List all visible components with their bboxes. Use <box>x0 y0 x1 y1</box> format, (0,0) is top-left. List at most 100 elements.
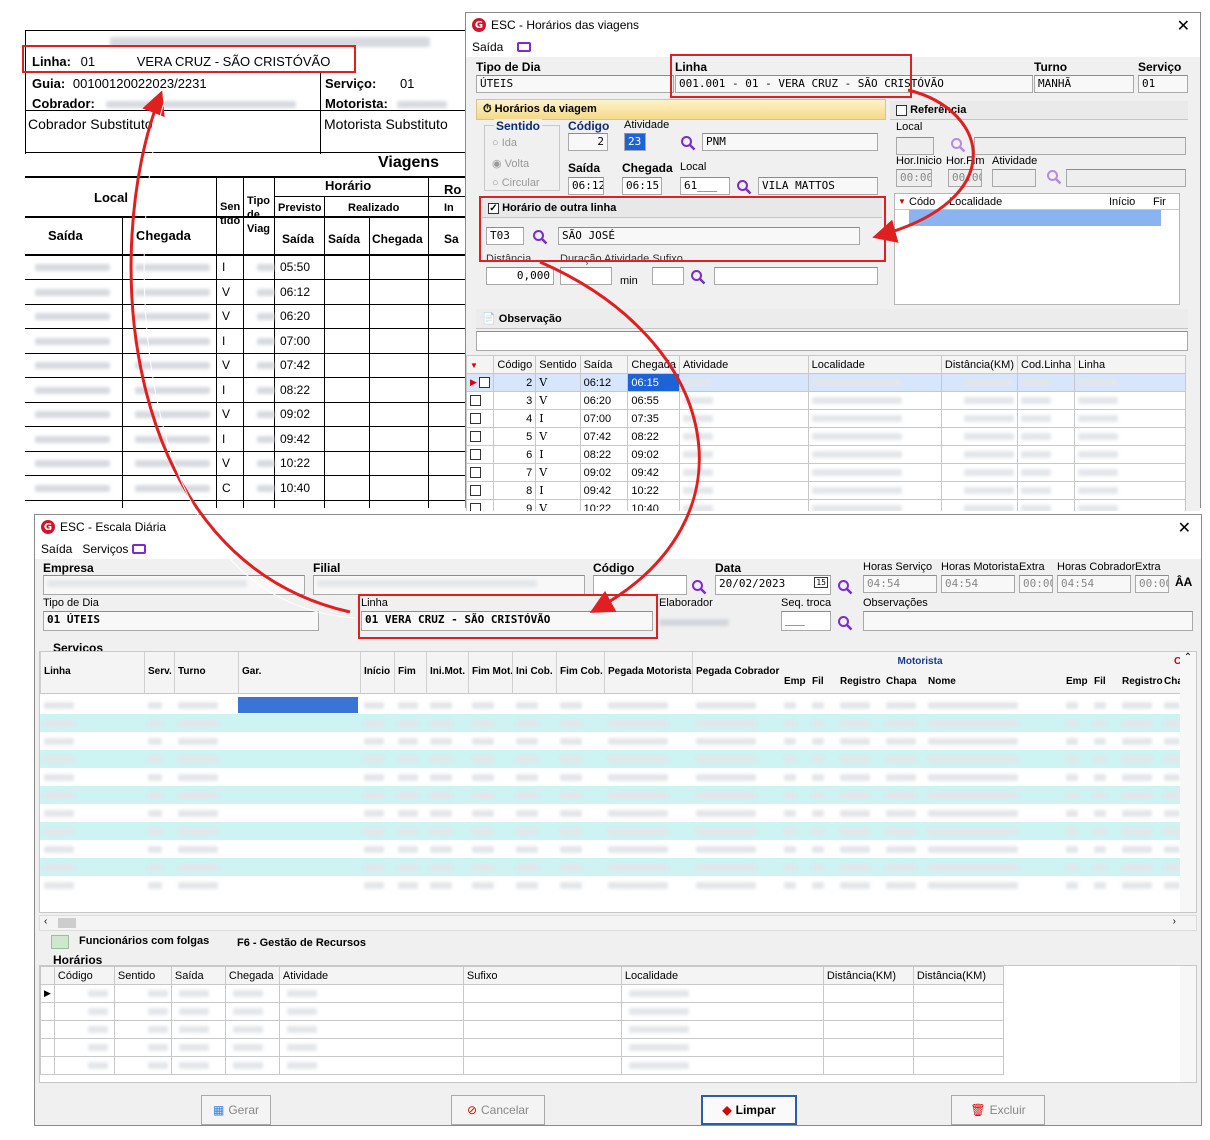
horizontal-scrollbar[interactable]: ‹ › <box>39 915 1197 931</box>
close-icon[interactable]: ✕ <box>1178 518 1191 537</box>
servicos-col-header[interactable]: Ini Cob. <box>516 666 553 677</box>
table-row[interactable]: 6 I 08:22 09:02 <box>466 445 1186 464</box>
ref-selected-row[interactable] <box>909 210 1161 226</box>
servicos-col-header[interactable]: Pegada Cobrador <box>696 666 779 677</box>
table-row[interactable] <box>40 786 1180 804</box>
table-row[interactable] <box>40 768 1180 786</box>
horarios-col-header[interactable]: Distância(KM) <box>822 966 914 985</box>
extra-field[interactable]: 00:00 <box>1019 575 1053 593</box>
gerar-button[interactable]: ▦ Gerar <box>201 1095 271 1125</box>
servicos-col-header[interactable]: Serv. <box>148 666 172 677</box>
table-row[interactable] <box>40 732 1180 750</box>
table-row[interactable]: ▶ <box>40 984 1004 1003</box>
vertical-scrollbar[interactable] <box>1180 966 1196 1082</box>
cobrador-subheader[interactable]: Registro <box>1122 676 1163 687</box>
search-icon[interactable] <box>680 135 696 151</box>
motorista-subheader[interactable]: Nome <box>928 676 956 687</box>
table-row[interactable] <box>40 696 1180 714</box>
row-checkbox[interactable] <box>470 413 481 425</box>
filial-select[interactable] <box>313 575 585 595</box>
distancia-field[interactable]: 0,000 <box>486 267 554 285</box>
cobrador-subheader[interactable]: Fil <box>1094 676 1106 687</box>
table-row[interactable] <box>40 714 1180 732</box>
servicos-col-header[interactable]: Pegada Motorista <box>608 666 691 677</box>
horarios-col-header[interactable]: Chegada <box>224 966 280 985</box>
grid-col-header[interactable]: Cod.Linha <box>1016 355 1076 374</box>
ref-local-name[interactable] <box>974 137 1186 155</box>
table-row[interactable]: ▶ 2 V 06:12 06:15 <box>466 373 1186 392</box>
row-checkbox[interactable] <box>470 467 481 479</box>
table-row[interactable] <box>40 1020 1004 1039</box>
row-checkbox[interactable] <box>470 431 481 443</box>
extra2-field[interactable]: 00:00 <box>1135 575 1169 593</box>
turno-field[interactable]: MANHÃ <box>1034 75 1134 93</box>
servicos-col-header[interactable]: Linha <box>44 666 71 677</box>
codigo-field[interactable] <box>593 575 687 595</box>
close-icon[interactable]: ✕ <box>1177 16 1190 35</box>
motorista-subheader[interactable]: Fil <box>812 676 824 687</box>
codigo-field[interactable]: 2 <box>568 133 608 151</box>
tipo-dia-field[interactable]: 01 ÚTEIS <box>43 611 319 631</box>
grid-col-header[interactable]: Localidade <box>807 355 942 374</box>
servicos-col-header[interactable]: Ini.Mot. <box>430 666 465 677</box>
scroll-thumb[interactable] <box>58 918 76 928</box>
search-icon[interactable] <box>690 269 706 285</box>
horarios-col-header[interactable]: Localidade <box>620 966 824 985</box>
gar-cell-selected[interactable] <box>238 715 358 731</box>
table-row[interactable] <box>40 840 1180 858</box>
grid-col-header[interactable]: Distância(KM) <box>940 355 1019 374</box>
horarios-col-header[interactable]: Atividade <box>278 966 464 985</box>
observacoes-field[interactable] <box>863 611 1193 631</box>
horarios-col-header[interactable]: Distância(KM) <box>912 966 1004 985</box>
horarios-col-header[interactable]: Saída <box>170 966 226 985</box>
sufixo-field[interactable] <box>652 267 684 285</box>
menu-servicos[interactable]: Serviços <box>82 542 128 556</box>
grid-col-header[interactable]: Chegada <box>627 355 681 374</box>
servicos-col-header[interactable]: Fim Mot. <box>472 666 513 677</box>
vertical-scrollbar[interactable] <box>1186 355 1200 511</box>
font-size-icon[interactable]: ÂA <box>1175 575 1192 589</box>
table-row[interactable] <box>40 1056 1004 1075</box>
atividade-name-field[interactable]: PNM <box>702 133 878 151</box>
search-icon[interactable] <box>837 579 853 595</box>
servicos-col-header[interactable]: Gar. <box>242 666 261 677</box>
grid-col-header[interactable]: Saída <box>579 355 629 374</box>
grid-col-header[interactable]: Sentido <box>535 355 581 374</box>
row-checkbox[interactable] <box>470 503 481 511</box>
limpar-button[interactable]: ◆ Limpar <box>701 1095 797 1125</box>
servico-field[interactable]: 01 <box>1138 75 1188 93</box>
grid-col-header[interactable]: Atividade <box>679 355 809 374</box>
search-icon[interactable] <box>1046 169 1062 185</box>
referencia-checkbox[interactable] <box>896 104 907 116</box>
search-icon[interactable] <box>691 579 707 595</box>
empresa-select[interactable] <box>43 575 305 595</box>
row-checkbox[interactable] <box>470 449 481 461</box>
ref-atividade-name[interactable] <box>1066 169 1186 187</box>
horas-servico-field[interactable]: 04:54 <box>863 575 937 593</box>
table-row[interactable] <box>40 876 1180 894</box>
table-row[interactable] <box>40 1038 1004 1057</box>
duracao-field[interactable] <box>560 267 612 285</box>
servicos-col-header[interactable]: Fim <box>398 666 416 677</box>
local-code-field[interactable]: 61___ <box>680 177 730 195</box>
row-checkbox[interactable] <box>479 377 491 389</box>
row-checkbox[interactable] <box>470 485 481 497</box>
menu-saida[interactable]: Saída <box>41 542 72 556</box>
hor-fim-field[interactable]: 00:00 <box>948 169 982 187</box>
horarios-col-header[interactable]: Sufixo <box>462 966 622 985</box>
ref-local-code[interactable] <box>896 137 934 155</box>
calendar-icon[interactable]: 15 <box>814 577 828 588</box>
motorista-subheader[interactable]: Emp <box>784 676 806 687</box>
table-row[interactable]: 3 V 06:20 06:55 <box>466 391 1186 410</box>
table-row[interactable] <box>40 750 1180 768</box>
horarios-col-header[interactable]: Código <box>53 966 115 985</box>
servicos-col-header[interactable]: Fim Cob. <box>560 666 603 677</box>
observacao-field[interactable] <box>476 331 1188 351</box>
excluir-button[interactable]: 🗑 Excluir <box>951 1095 1045 1125</box>
radio-ida[interactable]: ○ Ida <box>492 137 517 149</box>
table-row[interactable]: 4 I 07:00 07:35 <box>466 409 1186 428</box>
local-name-field[interactable]: VILA MATTOS <box>758 177 878 195</box>
atividade-code-field[interactable]: 23 <box>624 133 646 151</box>
cancelar-button[interactable]: ⊘ Cancelar <box>451 1095 545 1125</box>
monitor-icon[interactable] <box>132 544 147 554</box>
